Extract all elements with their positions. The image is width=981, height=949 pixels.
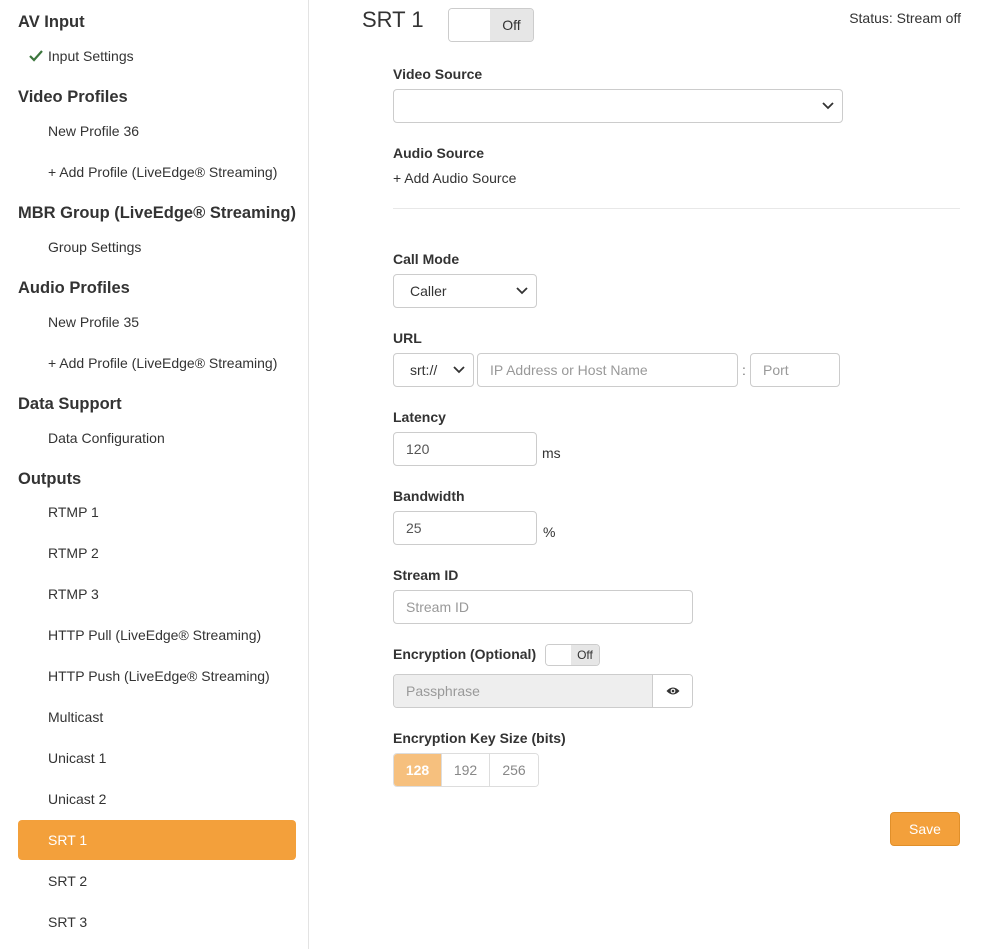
url-host-placeholder: IP Address or Host Name: [490, 362, 648, 378]
section-title-av-input: AV Input: [18, 13, 85, 31]
section-title-data-support: Data Support: [18, 395, 122, 413]
audio-source-label: Audio Source: [393, 145, 485, 161]
section-title-outputs: Outputs: [18, 470, 82, 488]
latency-unit: ms: [542, 445, 561, 461]
key-size-label: Encryption Key Size (bits): [393, 730, 566, 746]
sidebar-item-add-audio-profile[interactable]: + Add Profile (LiveEdge® Streaming): [18, 343, 296, 383]
sidebar-item-multicast[interactable]: Multicast: [18, 697, 296, 737]
section-title-mbr-group: MBR Group (LiveEdge® Streaming): [18, 204, 297, 222]
sidebar-item-unicast-2[interactable]: Unicast 2: [18, 779, 296, 819]
latency-input[interactable]: 120: [393, 432, 537, 466]
sidebar-item-input-settings[interactable]: Input Settings: [18, 36, 296, 76]
stream-id-placeholder: Stream ID: [406, 599, 470, 615]
stream-toggle[interactable]: Off: [448, 8, 534, 42]
passphrase-input[interactable]: Passphrase: [394, 675, 653, 707]
bandwidth-value: 25: [406, 520, 422, 536]
url-label: URL: [393, 330, 422, 346]
sidebar-item-unicast-1[interactable]: Unicast 1: [18, 738, 296, 778]
video-source-select[interactable]: [393, 89, 843, 123]
sidebar-item-add-video-profile[interactable]: + Add Profile (LiveEdge® Streaming): [18, 152, 296, 192]
chevron-down-icon: [453, 366, 465, 374]
url-port-input[interactable]: Port: [750, 353, 840, 387]
section-title-audio-profiles: Audio Profiles: [18, 279, 130, 297]
url-port-placeholder: Port: [763, 362, 789, 378]
video-source-label: Video Source: [393, 66, 483, 82]
call-mode-label: Call Mode: [393, 251, 460, 267]
sidebar-item-video-profile[interactable]: New Profile 36: [18, 111, 296, 151]
latency-label: Latency: [393, 409, 446, 425]
stream-id-label: Stream ID: [393, 567, 459, 583]
url-host-input[interactable]: IP Address or Host Name: [477, 353, 738, 387]
chevron-down-icon: [822, 102, 834, 110]
sidebar-item-http-pull[interactable]: HTTP Pull (LiveEdge® Streaming): [18, 615, 296, 655]
passphrase-group: Passphrase: [393, 674, 693, 708]
bandwidth-unit: %: [543, 524, 556, 540]
key-size-192-button[interactable]: 192: [442, 754, 490, 786]
call-mode-value: Caller: [410, 283, 447, 299]
sidebar-item-group-settings[interactable]: Group Settings: [18, 227, 296, 267]
sidebar-item-audio-profile[interactable]: New Profile 35: [18, 302, 296, 342]
url-port-separator: :: [742, 362, 746, 378]
latency-value: 120: [406, 441, 430, 457]
toggle-state-label: Off: [571, 645, 599, 665]
main-panel: SRT 1 Off Status: Stream off Video Sourc…: [309, 0, 981, 949]
sidebar-item-srt-1[interactable]: SRT 1: [18, 820, 296, 860]
eye-icon: [666, 687, 679, 695]
show-passphrase-button[interactable]: [653, 675, 692, 707]
sidebar-item-rtmp-1[interactable]: RTMP 1: [18, 492, 296, 532]
sidebar-item-srt-2[interactable]: SRT 2: [18, 861, 296, 901]
save-button[interactable]: Save: [890, 812, 960, 846]
sidebar-item-rtmp-2[interactable]: RTMP 2: [18, 533, 296, 573]
sidebar-item-http-push[interactable]: HTTP Push (LiveEdge® Streaming): [18, 656, 296, 696]
section-title-video-profiles: Video Profiles: [18, 88, 128, 106]
sidebar-item-rtmp-3[interactable]: RTMP 3: [18, 574, 296, 614]
toggle-knob: [546, 645, 573, 665]
url-scheme-value: srt://: [410, 362, 438, 378]
sidebar-item-srt-3[interactable]: SRT 3: [18, 902, 296, 942]
encryption-toggle[interactable]: Off: [545, 644, 600, 666]
sidebar-item-data-configuration[interactable]: Data Configuration: [18, 418, 296, 458]
passphrase-placeholder: Passphrase: [406, 683, 480, 699]
sidebar-item-label: Input Settings: [48, 48, 134, 64]
page-title: SRT 1: [362, 7, 424, 32]
url-scheme-select[interactable]: srt://: [393, 353, 474, 387]
encryption-label: Encryption (Optional): [393, 646, 537, 662]
toggle-state-label: Off: [490, 9, 533, 41]
section-divider: [393, 208, 960, 209]
check-icon: [29, 50, 43, 62]
toggle-knob: [449, 9, 492, 41]
sidebar: AV Input Input Settings Video Profiles N…: [0, 0, 309, 949]
chevron-down-icon: [516, 287, 528, 295]
bandwidth-input[interactable]: 25: [393, 511, 537, 545]
key-size-128-button[interactable]: 128: [394, 754, 442, 786]
key-size-group: 128 192 256: [393, 753, 539, 787]
bandwidth-label: Bandwidth: [393, 488, 465, 504]
stream-id-input[interactable]: Stream ID: [393, 590, 693, 624]
key-size-256-button[interactable]: 256: [490, 754, 538, 786]
add-audio-source-link[interactable]: + Add Audio Source: [393, 170, 516, 186]
call-mode-select[interactable]: Caller: [393, 274, 537, 308]
status-text: Status: Stream off: [849, 10, 961, 26]
